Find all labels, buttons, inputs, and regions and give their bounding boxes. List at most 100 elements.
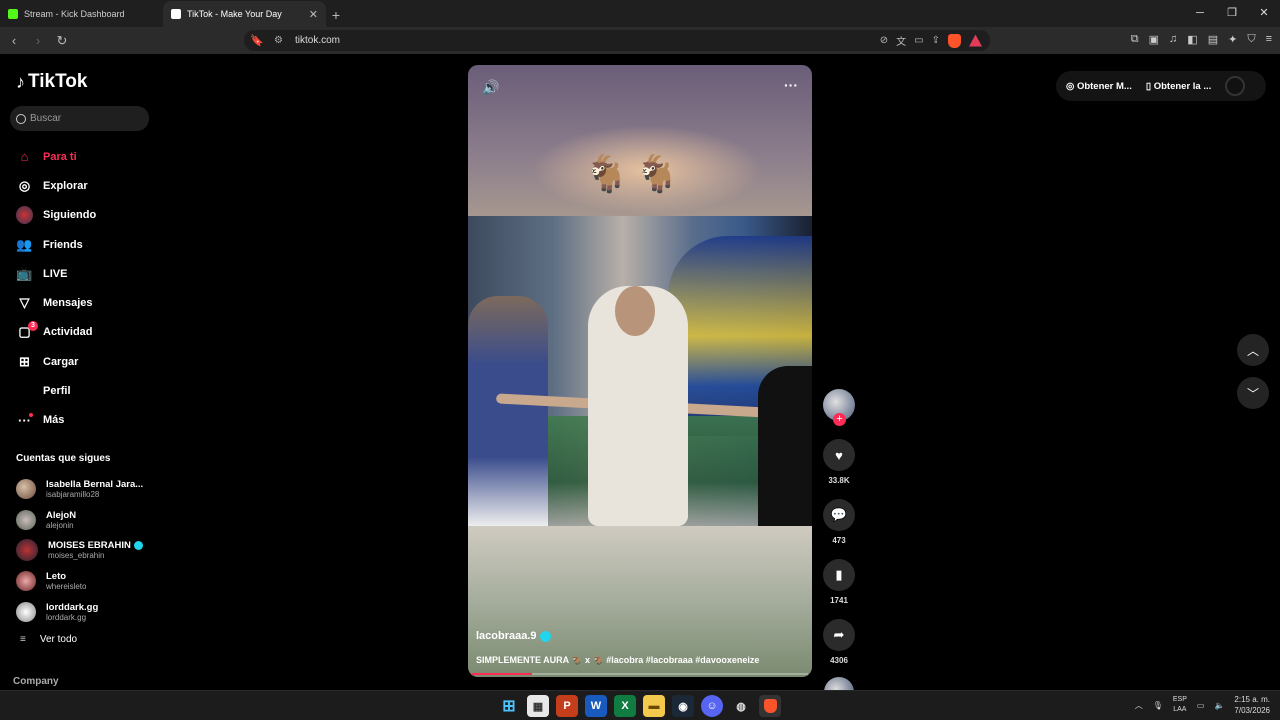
get-coins-button[interactable]: ◎ Obtener M... <box>1066 81 1132 92</box>
store-icon[interactable]: ▦ <box>527 695 549 717</box>
screenshot-icon[interactable]: ▣ <box>1149 33 1159 46</box>
previous-video-button[interactable]: ︿ <box>1237 334 1269 366</box>
media-icon[interactable]: ♫ <box>1169 33 1177 46</box>
message-icon: ▽ <box>19 295 30 311</box>
following-name: lorddark.gg <box>46 601 99 613</box>
tab-tiktok[interactable]: TikTok - Make Your Day ✕ <box>163 1 326 27</box>
discord-icon[interactable]: ☺ <box>701 695 723 717</box>
back-button[interactable]: ‹ <box>4 33 24 48</box>
compass-icon: ◎ <box>18 177 31 193</box>
share-action[interactable]: ➦ 4306 <box>822 619 856 665</box>
tiktok-logo[interactable]: ♪ TikTok <box>16 71 87 93</box>
goat-emoji-overlay: 🐐🐐 <box>584 153 686 194</box>
video-username[interactable]: lacobraaa.9 <box>476 630 551 642</box>
share-arrow-icon: ➦ <box>823 619 855 651</box>
nav-cargar[interactable]: ⊞ Cargar <box>16 347 96 376</box>
comment-action[interactable]: 💬 473 <box>822 499 856 545</box>
nav-actividad[interactable]: ▢ 3 Actividad <box>16 318 96 347</box>
extensions-icon[interactable]: ⧉ <box>1131 33 1139 46</box>
clock[interactable]: 2:15 a. m. 7/03/2026 <box>1234 694 1270 716</box>
reload-button[interactable]: ↻ <box>52 33 72 49</box>
more-options-icon[interactable]: ··· <box>784 77 798 93</box>
translate-icon[interactable]: 文 <box>896 33 906 48</box>
excel-icon[interactable]: X <box>614 695 636 717</box>
following-item[interactable]: Isabella Bernal Jara... isabjaramillo28 <box>16 474 143 505</box>
following-item[interactable]: lorddark.gg lorddark.gg <box>16 596 143 627</box>
no-media-icon[interactable]: ⊘ <box>880 35 888 46</box>
share-icon[interactable]: ⇪ <box>932 35 940 46</box>
obs-icon[interactable]: ◍ <box>730 695 752 717</box>
brave-rewards-icon[interactable] <box>969 34 982 47</box>
vpn-icon[interactable]: ⛉ <box>1247 33 1255 46</box>
leo-ai-icon[interactable]: ✦ <box>1228 33 1237 46</box>
brave-shields-icon[interactable] <box>948 33 961 48</box>
sidebar-toggle-icon[interactable]: ◧ <box>1187 33 1197 46</box>
steam-icon[interactable]: ◉ <box>672 695 694 717</box>
nav-explorar[interactable]: ◎ Explorar <box>16 171 96 200</box>
search-icon <box>16 113 26 124</box>
nav-para-ti[interactable]: ⌂ Para ti <box>16 142 96 171</box>
like-action[interactable]: ♥ 33.8K <box>822 439 856 485</box>
volume-tray-icon[interactable]: 🔈 <box>1214 701 1224 710</box>
menu-icon[interactable]: ≡ <box>1266 33 1272 46</box>
get-app-button[interactable]: ▯ Obtener la ... <box>1146 81 1211 92</box>
next-video-button[interactable]: ﹀ <box>1237 377 1269 409</box>
nav-mas[interactable]: ··· Más <box>16 406 96 435</box>
see-all-link[interactable]: ≡ Ver todo <box>20 634 77 645</box>
bookmark-icon[interactable]: 🔖 <box>250 34 264 47</box>
wallet-icon[interactable]: ▤ <box>1208 33 1218 46</box>
site-info-icon[interactable]: ⚙ <box>274 35 283 46</box>
nav-live[interactable]: 📺 LIVE <box>16 259 96 288</box>
following-item[interactable]: AlejoN alejonin <box>16 505 143 536</box>
minimize-button[interactable]: ─ <box>1184 0 1216 27</box>
word-icon[interactable]: W <box>585 695 607 717</box>
forward-button[interactable]: › <box>28 33 48 48</box>
powerpoint-icon[interactable]: P <box>556 695 578 717</box>
player-mural <box>468 296 548 526</box>
volume-icon[interactable]: 🔊 <box>482 79 499 96</box>
save-action[interactable]: ▮ 1741 <box>822 559 856 605</box>
live-icon: 📺 <box>16 265 33 281</box>
nav-mensajes[interactable]: ▽ Mensajes <box>16 288 96 317</box>
nav-friends[interactable]: 👥 Friends <box>16 230 96 259</box>
close-tab-icon[interactable]: ✕ <box>309 8 318 21</box>
tab-kick[interactable]: Stream - Kick Dashboard <box>0 1 163 27</box>
url-field[interactable]: 🔖 ⚙ tiktok.com ⊘ 文 ▭ ⇪ <box>244 30 990 51</box>
creator-avatar[interactable]: + <box>823 389 855 426</box>
see-all-label: Ver todo <box>39 634 78 645</box>
tray-overflow-icon[interactable]: ︿ <box>1135 700 1143 711</box>
profile-avatar[interactable] <box>1225 76 1246 96</box>
verified-icon <box>539 630 551 642</box>
share-count: 4306 <box>830 656 848 665</box>
address-bar-row: ‹ › ↻ 🔖 ⚙ tiktok.com ⊘ 文 ▭ ⇪ ⧉ ▣ ♫ ◧ ▤ ✦… <box>0 27 1280 54</box>
company-link[interactable]: Company <box>13 676 59 687</box>
file-explorer-icon[interactable]: ▬ <box>643 695 665 717</box>
man-head <box>615 286 655 336</box>
language-indicator[interactable]: ESP LAA <box>1173 695 1187 715</box>
nav-perfil[interactable]: Perfil <box>16 376 96 405</box>
nav-label: Friends <box>43 238 83 251</box>
following-item[interactable]: MOISES EBRAHIN moises_ebrahin <box>16 535 143 566</box>
follow-plus-icon[interactable]: + <box>833 413 846 426</box>
bookmark-icon: ▮ <box>823 559 855 591</box>
brave-taskbar-icon[interactable] <box>759 695 781 717</box>
avatar <box>16 601 36 622</box>
main-nav: ⌂ Para ti ◎ Explorar Siguiendo 👥 Friends… <box>16 142 96 435</box>
video-progress-bar[interactable] <box>472 673 808 675</box>
tab-tiktok-label: TikTok - Make Your Day <box>187 9 282 19</box>
search-input[interactable]: Buscar <box>10 106 149 131</box>
nav-siguiendo[interactable]: Siguiendo <box>16 201 96 230</box>
windows-start-icon[interactable]: ⊞ <box>498 695 520 717</box>
new-tab-button[interactable]: + <box>326 7 346 23</box>
cast-icon[interactable]: ▭ <box>914 35 923 46</box>
close-window-button[interactable]: ✕ <box>1248 0 1280 27</box>
maximize-button[interactable]: ❐ <box>1216 0 1248 27</box>
microphone-icon[interactable]: 🎙 <box>1153 701 1163 710</box>
window-controls: ─ ❐ ✕ <box>1184 0 1280 27</box>
following-item[interactable]: Leto whereisleto <box>16 566 143 597</box>
system-tray: ︿ 🎙 ESP LAA ▭ 🔈 2:15 a. m. 7/03/2026 <box>1135 694 1270 716</box>
video-player[interactable]: 🐐🐐 🔊 ··· lacobraaa.9 SIMPLEMENTE AURA 🐐 … <box>468 65 812 677</box>
nav-label: Cargar <box>43 355 79 368</box>
nav-label: LIVE <box>43 267 68 280</box>
network-icon[interactable]: ▭ <box>1197 701 1205 710</box>
